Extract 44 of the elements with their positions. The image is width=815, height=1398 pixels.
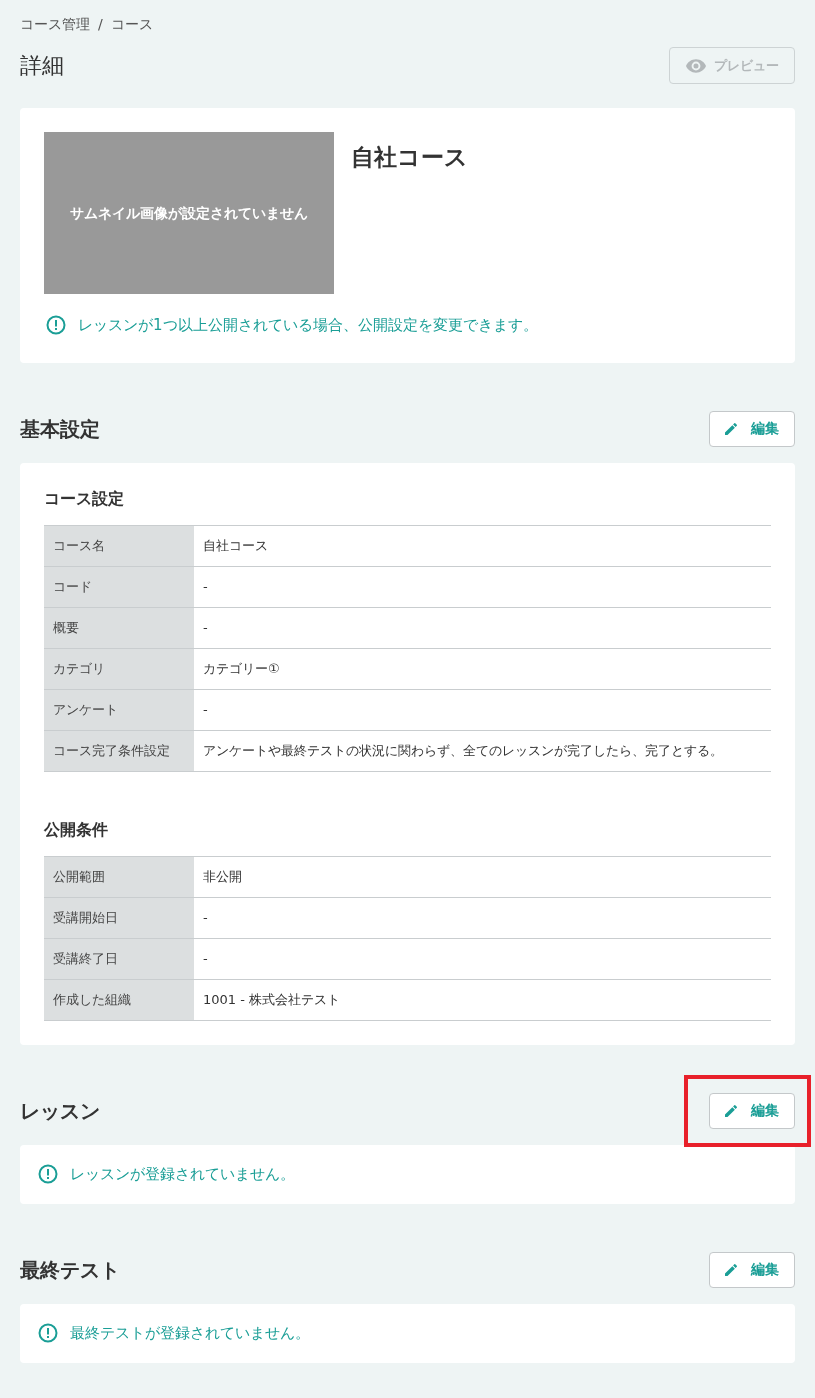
notice-text: レッスンが登録されていません。: [70, 1163, 295, 1185]
table-header-cell: コース完了条件設定: [44, 730, 194, 771]
notice-text: レッスンが1つ以上公開されている場合、公開設定を変更できます。: [78, 315, 538, 336]
group-title: 公開条件: [44, 818, 109, 841]
pencil-icon: [723, 1261, 739, 1278]
edit-button[interactable]: 編集: [709, 1251, 795, 1288]
exclamation-icon: [38, 1164, 58, 1184]
course-title: 自社コース: [351, 143, 468, 172]
table-cell-text: -: [202, 700, 209, 719]
table-header-cell: 概要: [44, 607, 194, 648]
thumbnail-text: サムネイル画像が設定されていません: [70, 203, 308, 223]
table-header-cell: コード: [44, 566, 194, 607]
table-header-cell: 公開範囲: [44, 856, 194, 897]
table-cell-text: -: [202, 949, 209, 968]
table-header-cell: アンケート: [44, 689, 194, 730]
exclamation-icon: [38, 1323, 58, 1343]
table-cell-text: -: [202, 908, 209, 927]
page-title: 詳細: [20, 52, 64, 80]
table-cell-text: 非公開: [202, 867, 243, 886]
pencil-icon: [723, 1102, 739, 1119]
breadcrumb-item[interactable]: コース管理: [20, 14, 90, 35]
exclamation-icon: [46, 315, 66, 336]
edit-button[interactable]: 編集: [709, 410, 795, 447]
edit-button[interactable]: 編集: [709, 1092, 795, 1129]
table-header-cell: 作成した組織: [44, 979, 194, 1020]
eye-icon: [685, 58, 706, 73]
table-header-cell: カテゴリ: [44, 648, 194, 689]
table-header-cell: 受講終了日: [44, 938, 194, 979]
notice-text: 最終テストが登録されていません。: [70, 1322, 310, 1344]
table-header-cell: 受講開始日: [44, 897, 194, 938]
pencil-icon: [723, 420, 739, 437]
section-title: レッスン: [20, 1097, 100, 1125]
section-title: 最終テスト: [20, 1256, 120, 1284]
table-cell-text: 自社コース: [202, 536, 269, 555]
breadcrumb-separator: /: [98, 15, 103, 34]
section-title: 基本設定: [20, 415, 100, 443]
table-header-cell: コース名: [44, 525, 194, 566]
table-cell-text: アンケートや最終テストの状況に関わらず、全てのレッスンが完了したら、完了とする。: [202, 741, 724, 760]
table-cell-text: -: [202, 577, 209, 596]
table-cell-text: -: [202, 618, 209, 637]
table-cell-text: 1001 - 株式会社テスト: [202, 990, 342, 1009]
breadcrumb-item[interactable]: コース: [110, 14, 153, 35]
table-cell-text: カテゴリー①: [202, 659, 281, 678]
group-title: コース設定: [44, 487, 125, 510]
